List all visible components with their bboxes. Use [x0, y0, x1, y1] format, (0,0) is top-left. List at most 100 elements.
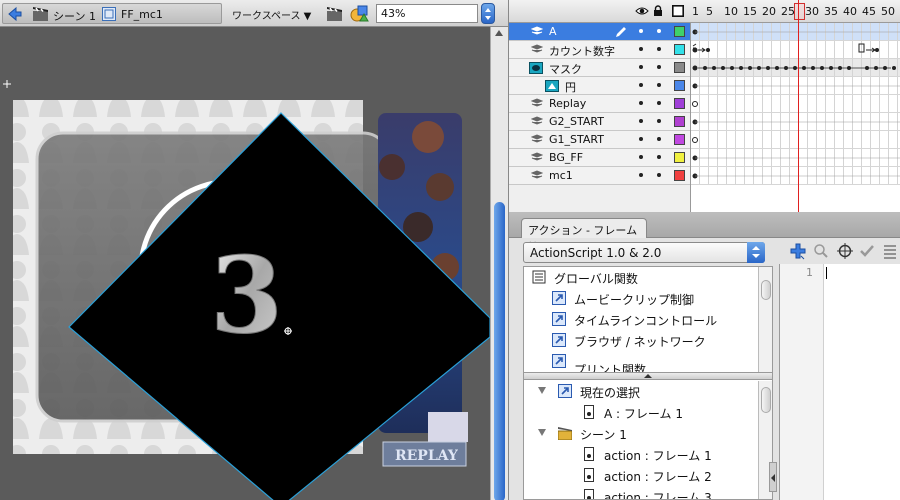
scroll-thumb[interactable] — [761, 387, 771, 413]
lock-dot[interactable] — [657, 137, 661, 141]
actions-frame-tab[interactable]: アクション - フレーム × — [521, 218, 647, 251]
collapse-triangle-icon[interactable] — [538, 387, 546, 394]
visibility-dot[interactable] — [639, 65, 643, 69]
find-icon[interactable] — [813, 243, 829, 259]
edit-scene-icon[interactable] — [326, 5, 343, 22]
line-number: 1 — [806, 266, 813, 279]
layer-color-swatch[interactable] — [674, 116, 685, 127]
toolbox-item-print-functions[interactable]: プリント関数 — [524, 351, 758, 372]
outline-icon[interactable] — [672, 5, 684, 17]
lock-dot[interactable] — [657, 119, 661, 123]
scroll-thumb[interactable] — [494, 202, 505, 500]
visibility-dot[interactable] — [639, 137, 643, 141]
toolbox-scrollbar[interactable] — [758, 267, 772, 372]
stage-canvas[interactable]: 3 REPLAY — [0, 27, 490, 500]
layer-color-swatch[interactable] — [674, 44, 685, 55]
lock-dot[interactable] — [657, 173, 661, 177]
toolbox-item-movieclip-control[interactable]: ムービークリップ制御 — [524, 288, 758, 309]
lock-dot[interactable] — [657, 101, 661, 105]
visibility-dot[interactable] — [639, 83, 643, 87]
nav-item-a-frame-1[interactable]: A : フレーム 1 — [524, 402, 758, 423]
visibility-dot[interactable] — [639, 155, 643, 159]
layer-row-a[interactable]: A — [509, 23, 690, 41]
layer-icon — [531, 170, 543, 179]
scroll-thumb[interactable] — [761, 280, 771, 300]
scene-icon — [558, 427, 572, 440]
layer-color-swatch[interactable] — [674, 62, 685, 73]
eye-icon[interactable] — [635, 6, 649, 16]
layer-color-swatch[interactable] — [674, 134, 685, 145]
lock-dot[interactable] — [657, 47, 661, 51]
nav-item-current-selection[interactable]: 現在の選択 — [524, 381, 758, 402]
layer-row-circle[interactable]: 円 — [509, 77, 690, 95]
layer-row-count-digit[interactable]: カウント数字 — [509, 41, 690, 59]
stage-scrollbar[interactable] — [490, 27, 508, 500]
layer-color-swatch[interactable] — [674, 98, 685, 109]
visibility-dot[interactable] — [639, 119, 643, 123]
playhead-handle[interactable] — [794, 3, 805, 20]
collapse-pane-button[interactable] — [769, 462, 777, 492]
visibility-dot[interactable] — [639, 101, 643, 105]
layer-list: A カウント数字 マスク 円 Replay G2_START G1_START … — [509, 23, 690, 185]
blue-arrow-icon — [552, 354, 566, 368]
toolbox-item-global-functions[interactable]: グローバル関数 — [524, 267, 758, 288]
nav-item-action-frame-2[interactable]: action : フレーム 2 — [524, 465, 758, 486]
layer-row-g1-start[interactable]: G1_START — [509, 131, 690, 149]
toolbox-item-timeline-control[interactable]: タイムラインコントロール — [524, 309, 758, 330]
nav-item-label: action : フレーム 3 — [604, 491, 712, 500]
nav-item-label: A : フレーム 1 — [604, 407, 683, 421]
collapse-triangle-icon[interactable] — [538, 429, 546, 436]
layer-row-g2-start[interactable]: G2_START — [509, 113, 690, 131]
target-path-icon[interactable] — [837, 243, 853, 259]
lock-dot[interactable] — [657, 65, 661, 69]
layer-color-swatch[interactable] — [674, 80, 685, 91]
script-editor[interactable]: 1 — [779, 264, 900, 500]
lock-icon[interactable] — [653, 5, 663, 17]
nav-item-scene-1[interactable]: シーン 1 — [524, 423, 758, 444]
nav-item-action-frame-3[interactable]: action : フレーム 3 — [524, 486, 758, 500]
toolbox-splitter[interactable] — [524, 372, 772, 380]
zoom-input[interactable]: 43% — [376, 4, 478, 23]
edit-bar: シーン 1 FF_mc1 ワークスペース ▼ 43% — [0, 0, 508, 27]
layer-name: Replay — [549, 97, 587, 110]
layer-icon — [531, 44, 543, 53]
visibility-dot[interactable] — [639, 29, 643, 33]
edit-symbols-icon[interactable] — [350, 4, 369, 23]
layer-color-swatch[interactable] — [674, 26, 685, 37]
visibility-dot[interactable] — [639, 47, 643, 51]
layer-icon — [531, 134, 543, 143]
replay-button[interactable]: REPLAY — [395, 448, 459, 464]
layer-name: 円 — [565, 81, 576, 94]
auto-format-icon[interactable] — [883, 243, 897, 259]
language-select[interactable]: ActionScript 1.0 & 2.0 — [523, 242, 765, 263]
layer-row-mc1[interactable]: mc1 — [509, 167, 690, 185]
visibility-dot[interactable] — [639, 173, 643, 177]
add-statement-icon[interactable] — [789, 242, 807, 260]
layer-row-mask[interactable]: マスク — [509, 59, 690, 77]
layer-color-swatch[interactable] — [674, 170, 685, 181]
layer-color-swatch[interactable] — [674, 152, 685, 163]
lock-dot[interactable] — [657, 155, 661, 159]
scroll-up-icon[interactable] — [495, 30, 503, 36]
scene-icon — [33, 7, 48, 21]
layer-row-replay[interactable]: Replay — [509, 95, 690, 113]
frame-grid[interactable] — [690, 23, 900, 212]
symbol-breadcrumb[interactable]: FF_mc1 — [121, 8, 163, 21]
layer-name: mc1 — [549, 169, 573, 182]
countdown-digit: 3 — [210, 233, 283, 357]
frame-number: 10 — [724, 5, 738, 18]
check-syntax-icon[interactable] — [859, 243, 875, 259]
frame-icon — [584, 468, 594, 482]
workspace-menu[interactable]: ワークスペース ▼ — [232, 7, 311, 22]
nav-item-action-frame-1[interactable]: action : フレーム 1 — [524, 444, 758, 465]
layer-row-bg-ff[interactable]: BG_FF — [509, 149, 690, 167]
toolbox-item-browser-network[interactable]: ブラウザ / ネットワーク — [524, 330, 758, 351]
layer-icon — [531, 26, 543, 35]
language-select-stepper[interactable] — [747, 242, 765, 263]
zoom-stepper[interactable] — [481, 3, 495, 24]
lock-dot[interactable] — [657, 29, 661, 33]
frame-number: 25 — [781, 5, 795, 18]
scene-breadcrumb[interactable]: シーン 1 — [53, 8, 96, 24]
back-arrow-icon[interactable] — [7, 6, 23, 22]
lock-dot[interactable] — [657, 83, 661, 87]
